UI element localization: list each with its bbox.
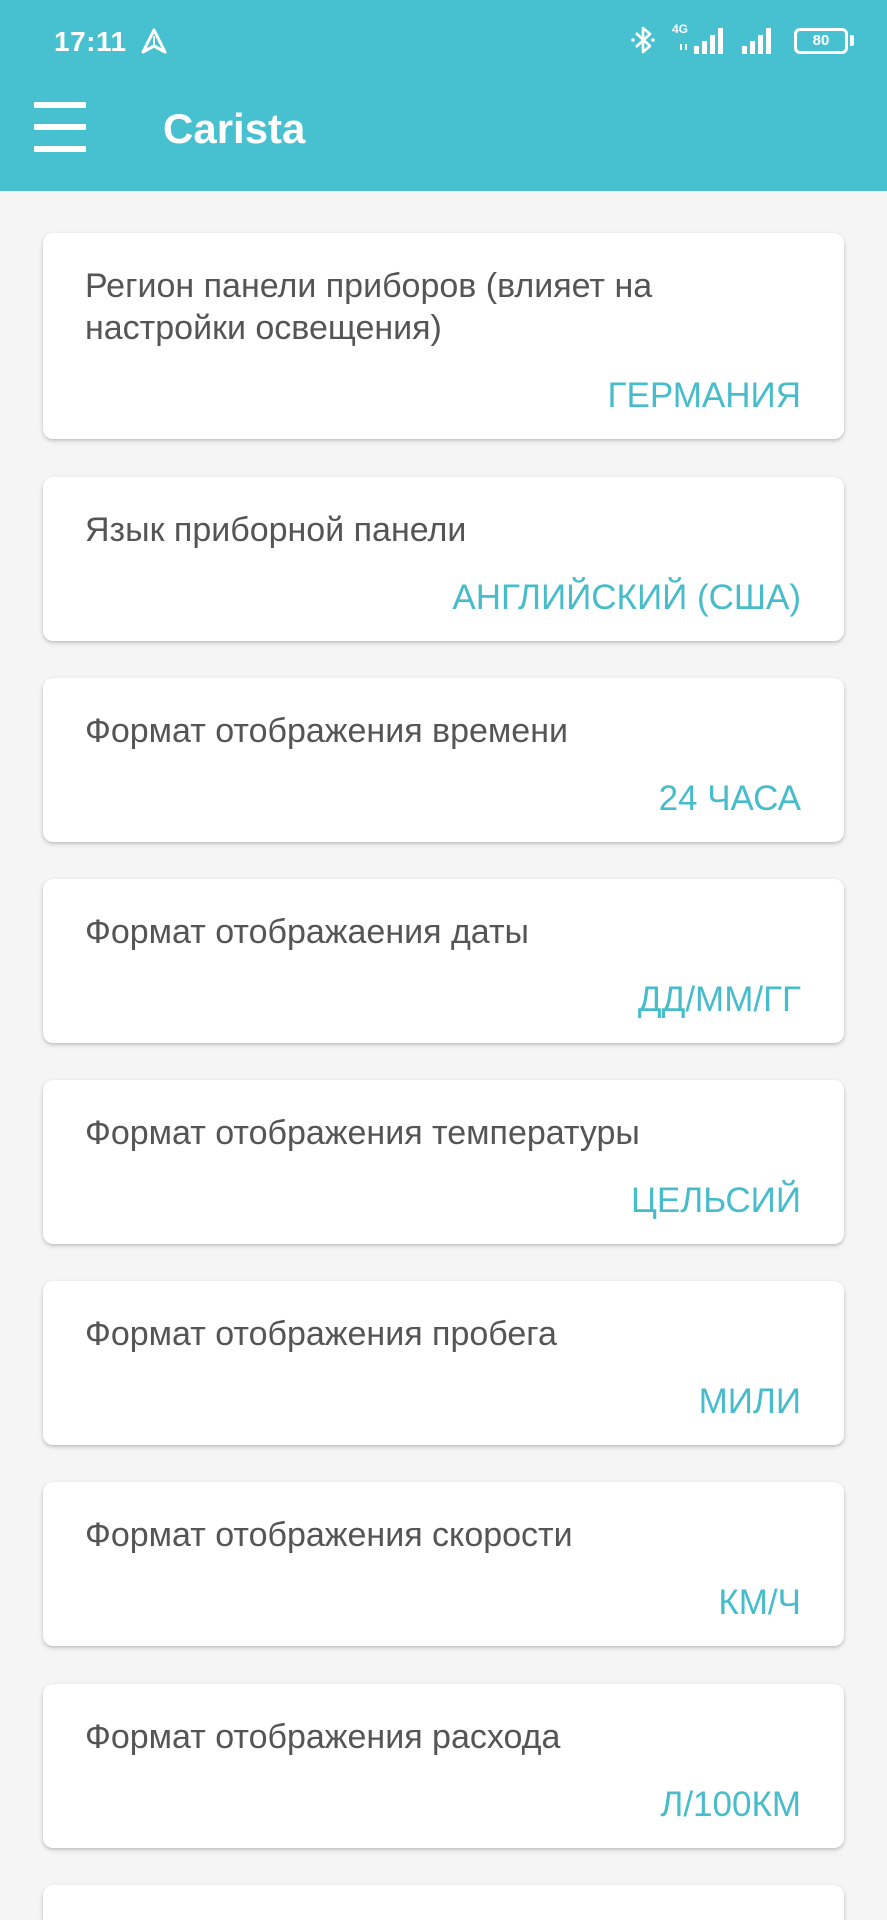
setting-label: Регион панели приборов (влияет на настро… (85, 267, 653, 347)
setting-value: Л/100КМ (660, 1785, 801, 1824)
setting-value: КМ/Ч (718, 1583, 801, 1622)
setting-card-speed-format[interactable]: Формат отображения скорости КМ/Ч (43, 1482, 844, 1646)
status-time: 17:11 (54, 26, 127, 57)
setting-card-partial[interactable] (43, 1885, 844, 1920)
setting-value: 24 ЧАСА (658, 779, 801, 818)
setting-card-dashboard-region[interactable]: Регион панели приборов (влияет на настро… (43, 233, 844, 439)
setting-label: Формат отображения расхода (85, 1718, 561, 1756)
hamburger-menu-icon[interactable] (34, 102, 90, 152)
app-title: Carista (163, 105, 306, 152)
setting-label: Формат отображения времени (85, 712, 568, 750)
setting-value: МИЛИ (698, 1382, 801, 1421)
battery-icon: 80 (794, 28, 848, 54)
menu-line (34, 146, 86, 152)
setting-card-date-format[interactable]: Формат отображаения даты ДД/ММ/ГГ (43, 879, 844, 1043)
app-bar: 17:11 4G 80 Carista (0, 0, 887, 191)
navigation-icon (141, 28, 167, 54)
battery-cap (850, 35, 854, 46)
setting-card-dashboard-language[interactable]: Язык приборной панели АНГЛИЙСКИЙ (США) (43, 477, 844, 641)
setting-card-temperature-format[interactable]: Формат отображения температуры ЦЕЛЬСИЙ (43, 1080, 844, 1244)
setting-label: Язык приборной панели (85, 511, 467, 549)
setting-label: Формат отображения температуры (85, 1114, 640, 1152)
bluetooth-icon (631, 26, 655, 54)
status-icons: 4G 80 (630, 22, 854, 58)
setting-label: Формат отображаения даты (85, 913, 529, 951)
signal-icon (680, 28, 723, 54)
setting-label: Формат отображения скорости (85, 1516, 573, 1554)
setting-card-time-format[interactable]: Формат отображения времени 24 ЧАСА (43, 678, 844, 842)
setting-label: Формат отображения пробега (85, 1315, 557, 1353)
signal-icon-2 (742, 28, 771, 54)
setting-value: ГЕРМАНИЯ (607, 376, 801, 415)
menu-line (34, 102, 86, 108)
setting-value: АНГЛИЙСКИЙ (США) (452, 578, 801, 617)
setting-value: ДД/ММ/ГГ (637, 980, 801, 1019)
menu-line (34, 124, 86, 130)
setting-card-consumption-format[interactable]: Формат отображения расхода Л/100КМ (43, 1684, 844, 1848)
setting-value: ЦЕЛЬСИЙ (631, 1181, 801, 1220)
setting-card-mileage-format[interactable]: Формат отображения пробега МИЛИ (43, 1281, 844, 1445)
